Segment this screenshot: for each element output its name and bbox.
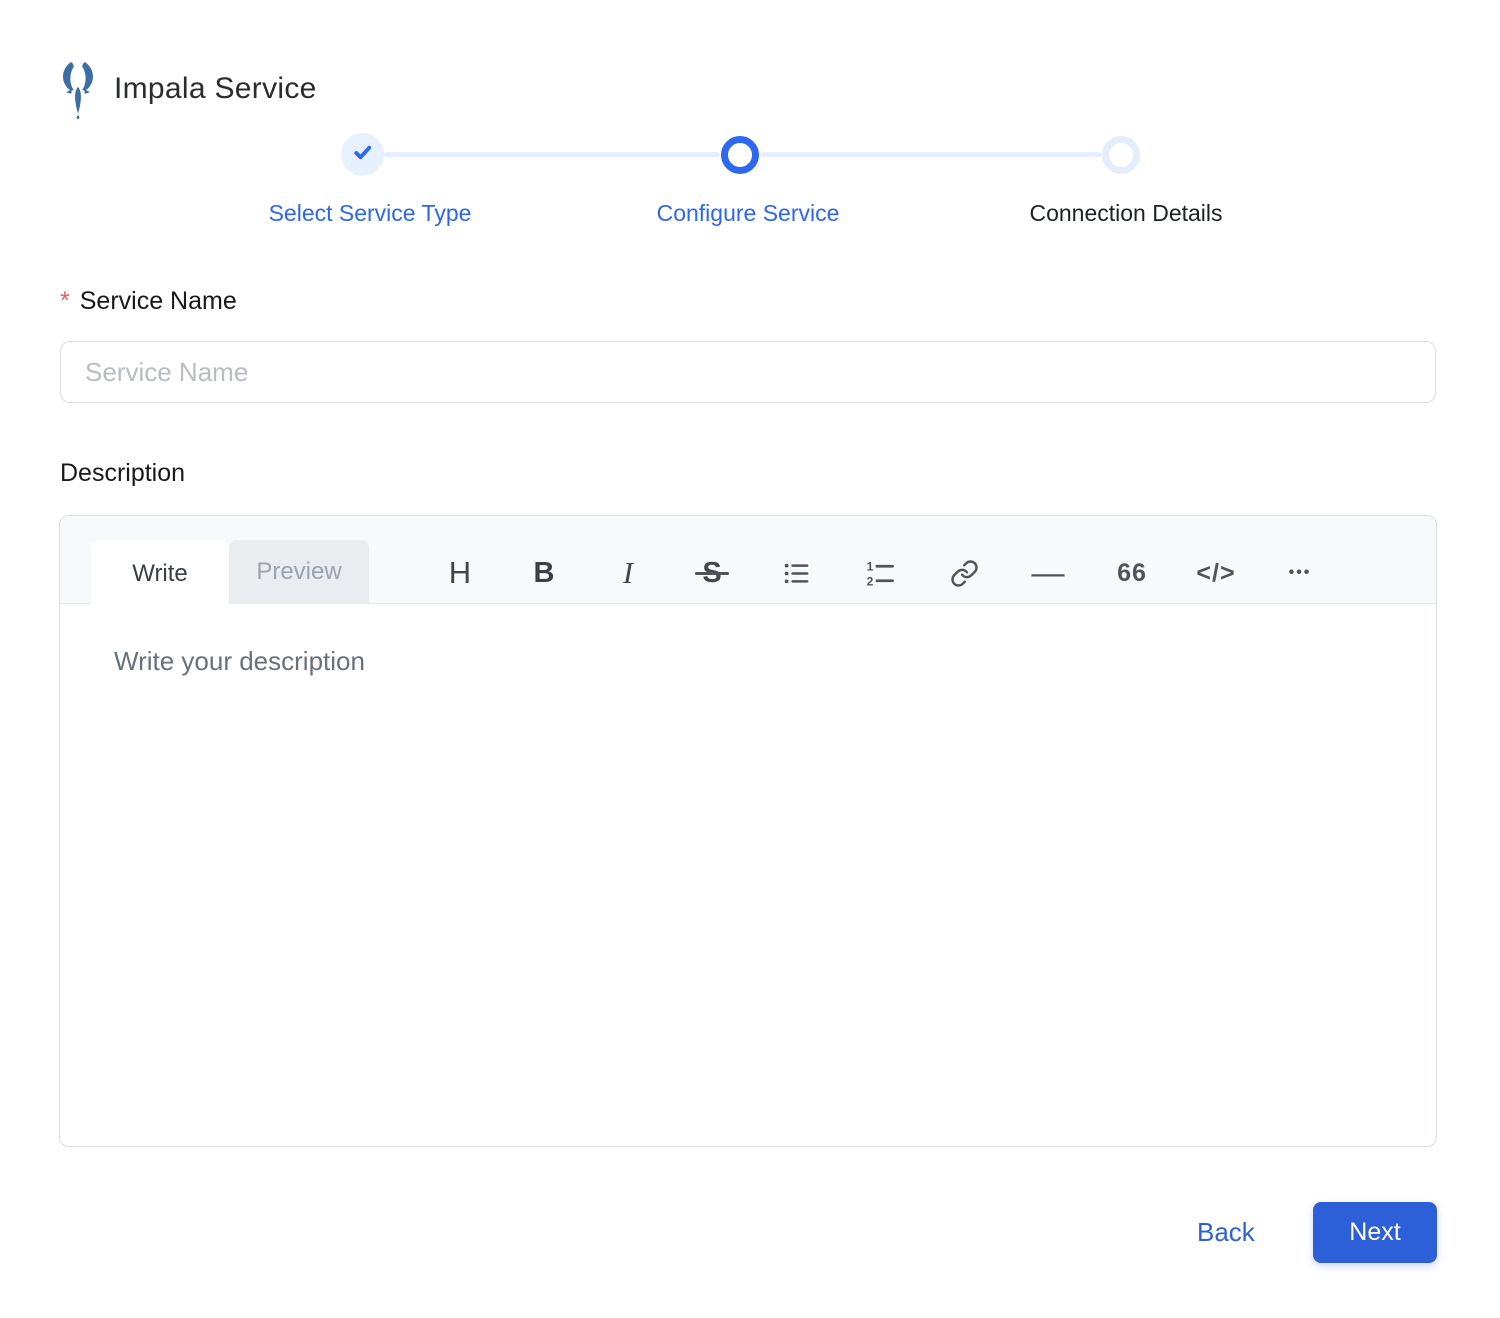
svg-text:2: 2 [866, 574, 873, 587]
link-icon[interactable] [942, 551, 986, 595]
page-title: Impala Service [114, 72, 317, 105]
horizontal-rule-icon[interactable]: — [1026, 551, 1070, 595]
quote-icon[interactable]: 66 [1110, 551, 1154, 595]
strikethrough-icon[interactable]: S [690, 551, 734, 595]
step-label-connection-details: Connection Details [1029, 200, 1223, 226]
next-button[interactable]: Next [1313, 1202, 1437, 1263]
italic-icon[interactable]: I [606, 551, 650, 595]
unordered-list-icon[interactable] [774, 551, 818, 595]
svg-text:1: 1 [866, 559, 873, 573]
required-asterisk: * [60, 287, 70, 315]
code-icon[interactable]: </> [1194, 551, 1238, 595]
step-label-select-service-type: Select Service Type [268, 200, 472, 226]
editor-tabs: Write Preview [91, 540, 369, 608]
impala-logo-icon [57, 60, 99, 120]
more-icon[interactable]: ••• [1278, 551, 1322, 595]
stepper-connector-1 [384, 152, 720, 157]
bold-icon[interactable]: B [522, 551, 566, 595]
step-3-pending-indicator [1102, 136, 1140, 174]
step-label-configure-service: Configure Service [656, 200, 840, 226]
description-label: Description [60, 459, 186, 487]
step-2-active-indicator [721, 136, 759, 174]
formatting-toolbar: H B I S 1 2 — 66 </> ••• [438, 542, 1322, 604]
impala-service-wizard: Impala Service Select Service Type Confi… [0, 0, 1500, 1318]
back-button[interactable]: Back [1197, 1217, 1255, 1248]
check-icon [351, 141, 374, 169]
tab-preview[interactable]: Preview [229, 540, 369, 604]
service-name-label: * Service Name [60, 287, 237, 315]
tab-write[interactable]: Write [91, 540, 229, 608]
stepper-connector-2 [760, 152, 1102, 157]
editor-toolbar-bar: Write Preview H B I S 1 2 — 66 </> ••• [60, 516, 1436, 608]
heading-icon[interactable]: H [438, 551, 482, 595]
service-name-input[interactable] [60, 341, 1436, 403]
step-1-completed-indicator [341, 133, 384, 176]
ordered-list-icon[interactable]: 1 2 [858, 551, 902, 595]
description-editor: Write Preview H B I S 1 2 — 66 </> ••• W… [59, 515, 1437, 1147]
editor-write-area [60, 604, 1436, 1146]
description-textarea[interactable] [60, 604, 1436, 1146]
